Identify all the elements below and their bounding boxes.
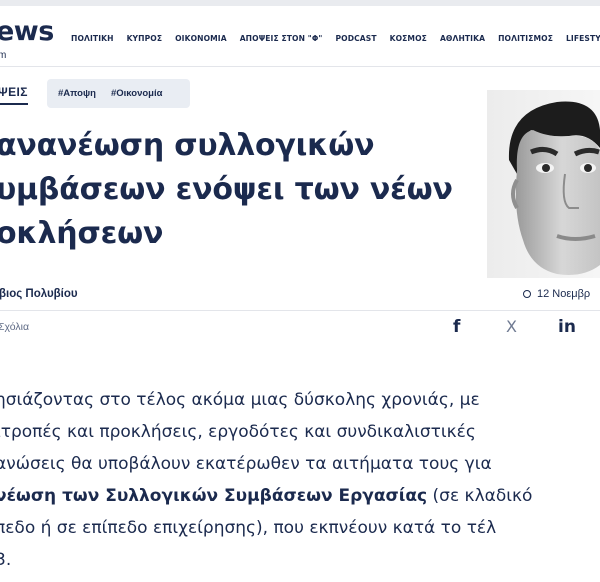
body-line: 3.	[0, 550, 12, 570]
site-logo-subtext: m	[0, 50, 7, 61]
comments-link[interactable]: Σχόλια	[0, 321, 29, 333]
main-nav: ΠΟΛΙΤΙΚΗ ΚΥΠΡΟΣ ΟΙΚΟΝΟΜΙΑ ΑΠΟΨΕΙΣ ΣΤΟΝ "…	[71, 34, 600, 43]
tag-economy[interactable]: #Οικονομία	[111, 88, 162, 99]
article-date: 12 Νοεμβρ	[523, 288, 590, 300]
date-text: 12 Νοεμβρ	[537, 288, 591, 300]
article-category[interactable]: ΨΕΙΣ	[0, 85, 28, 99]
nav-item-cyprus[interactable]: ΚΥΠΡΟΣ	[127, 34, 163, 43]
meta-divider	[0, 310, 600, 311]
nav-item-sports[interactable]: ΑΘΛΗΤΙΚΑ	[440, 34, 485, 43]
title-line: ανανέωση συλλογικών	[0, 128, 375, 163]
body-line: ησιάζοντας στο τέλος ακόμα μιας δύσκολης…	[0, 390, 480, 410]
body-line: νέωση των Συλλογικών Συμβάσεων Εργασίας …	[0, 480, 600, 512]
body-line: πεδο ή σε επίπεδο επιχείρησης), που εκπν…	[0, 518, 497, 538]
body-bold-text: νέωση των Συλλογικών Συμβάσεων Εργασίας	[0, 486, 428, 506]
article-body: ησιάζοντας στο τέλος ακόμα μιας δύσκολης…	[0, 384, 600, 576]
browser-top-strip	[0, 0, 600, 6]
article-title: ανανέωση συλλογικών υμβάσεων ενόψει των …	[0, 124, 476, 256]
body-line: ιτροπές και προκλήσεις, εργοδότες και συ…	[0, 422, 476, 442]
tag-opinion[interactable]: #Αποψη	[58, 88, 96, 99]
tag-box: #Αποψη #Οικονομία	[47, 79, 190, 108]
body-text-rest: (σε κλαδικό	[427, 486, 533, 506]
category-underline	[0, 103, 28, 105]
nav-item-lifestyle[interactable]: LIFESTYL	[566, 34, 600, 43]
linkedin-share-icon[interactable]: in	[558, 317, 576, 337]
site-logo[interactable]: ews	[0, 16, 54, 47]
nav-item-podcast[interactable]: PODCAST	[335, 34, 376, 43]
article-author[interactable]: βιος Πολυβίου	[0, 288, 78, 300]
clock-icon	[523, 290, 531, 299]
nav-item-politics[interactable]: ΠΟΛΙΤΙΚΗ	[71, 34, 114, 43]
nav-item-world[interactable]: ΚΟΣΜΟΣ	[390, 34, 427, 43]
header-divider	[0, 66, 600, 67]
facebook-share-icon[interactable]: f	[453, 317, 460, 337]
nav-item-opinions[interactable]: ΑΠΟΨΕΙΣ ΣΤΟΝ "Φ"	[240, 34, 323, 43]
body-line: ανώσεις θα υποβάλουν εκατέρωθεν τα αιτήμ…	[0, 454, 492, 474]
nav-item-economy[interactable]: ΟΙΚΟΝΟΜΙΑ	[175, 34, 227, 43]
x-share-icon[interactable]: X	[506, 317, 517, 336]
author-photo	[487, 90, 600, 278]
nav-item-culture[interactable]: ΠΟΛΙΤΙΣΜΟΣ	[498, 34, 553, 43]
title-line: υμβάσεων ενόψει των νέων	[0, 172, 453, 207]
title-line: οκλήσεων	[0, 216, 164, 251]
